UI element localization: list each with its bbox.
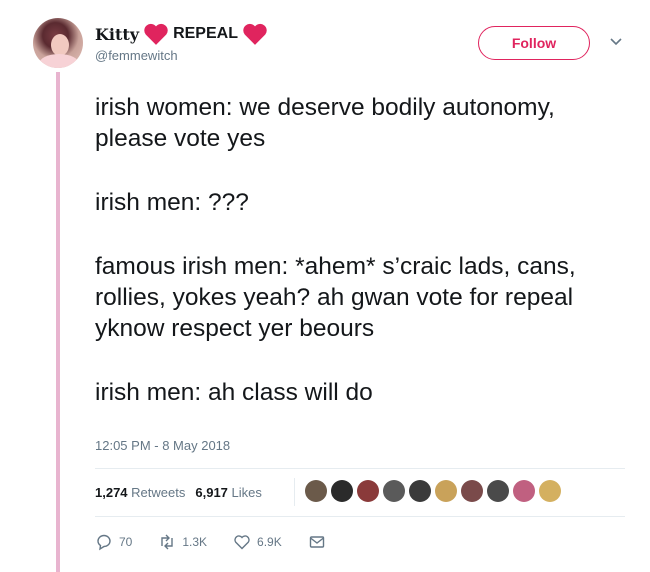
display-name: Kitty [95, 24, 140, 44]
thread-line [56, 72, 60, 572]
like-count: 6.9K [257, 535, 282, 549]
liker-avatar[interactable] [461, 480, 483, 502]
liker-avatar[interactable] [539, 480, 561, 502]
likes-label: Likes [231, 485, 262, 500]
follow-button[interactable]: Follow [478, 26, 590, 60]
liker-avatar[interactable] [487, 480, 509, 502]
chevron-down-icon[interactable] [609, 35, 623, 49]
liker-avatar[interactable] [331, 480, 353, 502]
direct-message-button[interactable] [308, 533, 326, 551]
divider [95, 516, 625, 517]
liker-avatar[interactable] [513, 480, 535, 502]
liker-avatars [305, 480, 561, 502]
tweet-actions: 70 1.3K 6.9K [95, 533, 352, 551]
tweet-paragraph: irish women: we deserve bodily autonomy,… [95, 94, 555, 152]
user-name-row[interactable]: Kitty REPEAL [95, 22, 268, 46]
avatar[interactable] [33, 18, 83, 68]
retweet-button[interactable]: 1.3K [158, 533, 207, 551]
liker-avatar[interactable] [305, 480, 327, 502]
retweets-label: Retweets [131, 485, 186, 500]
liker-avatar[interactable] [383, 480, 405, 502]
retweets-stat[interactable]: 1,274 Retweets [95, 485, 185, 500]
tweet-text: irish women: we deserve bodily autonomy,… [95, 92, 615, 408]
tweet-timestamp[interactable]: 12:05 PM - 8 May 2018 [95, 438, 230, 453]
tweet-paragraph: famous irish men: *ahem* s’craic lads, c… [95, 253, 576, 342]
likes-stat[interactable]: 6,917 Likes [195, 485, 262, 500]
heart-outline-icon [234, 535, 250, 550]
retweet-icon [161, 534, 174, 550]
reply-icon [97, 534, 111, 551]
envelope-icon [309, 536, 324, 548]
stats-separator [294, 478, 295, 506]
liker-avatar[interactable] [435, 480, 457, 502]
retweets-count: 1,274 [95, 485, 128, 500]
tweet-paragraph: irish men: ah class will do [95, 379, 373, 406]
liker-avatar[interactable] [409, 480, 431, 502]
retweet-count: 1.3K [182, 535, 208, 549]
reply-button[interactable]: 70 [95, 533, 132, 551]
heart-icon [243, 23, 267, 45]
engagement-stats: 1,274 Retweets 6,917 Likes [95, 485, 262, 500]
display-name-suffix: REPEAL [173, 25, 238, 42]
divider [95, 468, 625, 469]
reply-count: 70 [119, 535, 133, 549]
tweet-paragraph: irish men: ??? [95, 189, 249, 216]
likes-count: 6,917 [195, 485, 228, 500]
user-handle[interactable]: @femmewitch [95, 48, 178, 63]
heart-icon [144, 23, 168, 45]
like-button[interactable]: 6.9K [233, 533, 282, 551]
liker-avatar[interactable] [357, 480, 379, 502]
